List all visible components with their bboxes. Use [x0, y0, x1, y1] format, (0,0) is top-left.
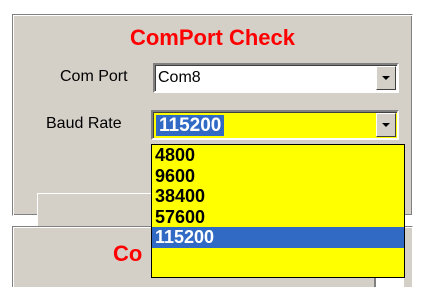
check-button-partially-hidden[interactable] — [37, 193, 157, 229]
com-port-value: Com8 — [158, 69, 201, 86]
baud-option-9600[interactable]: 9600 — [152, 166, 404, 187]
panel-title: ComPort Check — [129, 25, 296, 50]
baud-rate-label: Baud Rate — [46, 115, 122, 132]
baud-rate-dropdown-list[interactable]: 4800 9600 38400 57600 115200 — [151, 144, 405, 278]
second-panel-title: Co — [113, 241, 143, 266]
window: ComPort Check Com Port Com8 Baud Rate 11… — [0, 0, 421, 287]
baud-option-4800[interactable]: 4800 — [152, 145, 404, 166]
com-port-label: Com Port — [60, 68, 128, 85]
baud-option-57600[interactable]: 57600 — [152, 207, 404, 228]
com-port-dropdown-button[interactable] — [376, 66, 396, 90]
baud-option-38400[interactable]: 38400 — [152, 186, 404, 207]
baud-rate-select[interactable]: 115200 — [151, 110, 399, 140]
chevron-down-icon — [382, 76, 390, 80]
com-port-select[interactable]: Com8 — [153, 63, 399, 93]
chevron-down-icon — [382, 123, 390, 127]
baud-option-115200[interactable]: 115200 — [152, 227, 404, 248]
baud-rate-value: 115200 — [156, 115, 225, 136]
baud-rate-dropdown-button[interactable] — [376, 113, 396, 137]
